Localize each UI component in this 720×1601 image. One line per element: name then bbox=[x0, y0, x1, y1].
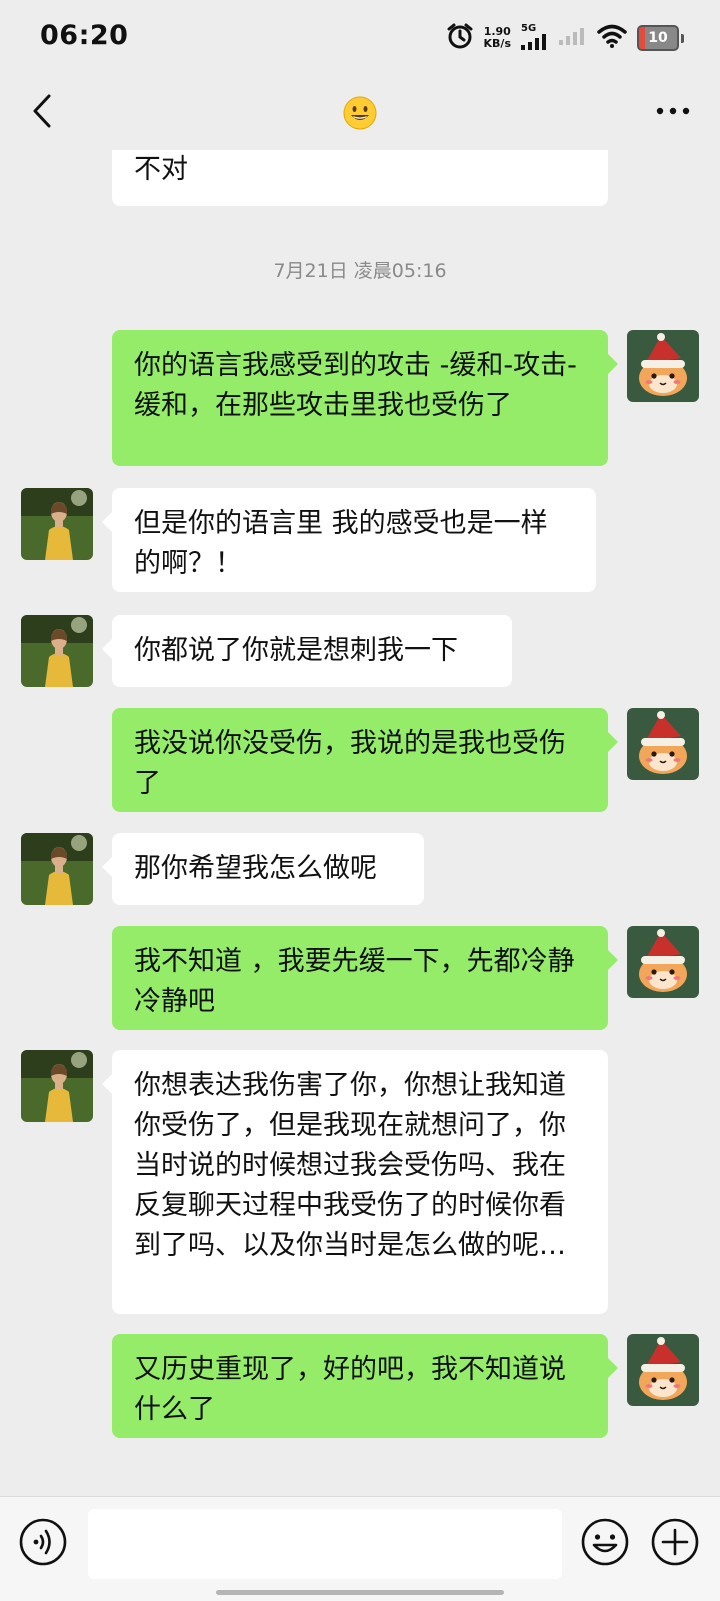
cat-avatar-icon bbox=[627, 926, 699, 998]
person-photo-avatar bbox=[21, 1050, 93, 1122]
message-bubble-outgoing[interactable]: 又历史重现了，好的吧，我不知道说什么了 bbox=[112, 1334, 618, 1438]
alarm-icon bbox=[446, 22, 474, 54]
network-type: 5G bbox=[521, 22, 537, 34]
grinning-emoji-icon bbox=[343, 96, 377, 130]
self-avatar[interactable] bbox=[627, 1334, 699, 1406]
person-photo-avatar bbox=[21, 615, 93, 687]
status-icons: 1.90 KB/s 5G 10 bbox=[446, 22, 684, 54]
net-speed: 1.90 KB/s bbox=[484, 26, 511, 50]
chat-header bbox=[0, 76, 720, 150]
emoji-button[interactable] bbox=[580, 1517, 630, 1567]
net-speed-unit: KB/s bbox=[483, 37, 511, 50]
signal-icon-secondary bbox=[559, 27, 587, 49]
battery-level: 10 bbox=[648, 30, 668, 46]
contact-avatar[interactable] bbox=[21, 615, 93, 687]
person-photo-avatar bbox=[21, 488, 93, 560]
voice-icon bbox=[19, 1518, 67, 1566]
more-dots-icon bbox=[656, 107, 690, 115]
voice-button[interactable] bbox=[18, 1517, 68, 1567]
message-bubble-incoming[interactable]: 你想表达我伤害了你，你想让我知道你受伤了，但是我现在就想问了，你当时说的时候想过… bbox=[102, 1050, 608, 1314]
message-bubble-incoming[interactable]: 那你希望我怎么做呢 bbox=[102, 833, 424, 905]
status-bar: 06:20 1.90 KB/s 5G 10 bbox=[0, 0, 720, 76]
message-bubble-outgoing[interactable]: 你的语言我感受到的攻击 -缓和-攻击-缓和，在那些攻击里我也受伤了 bbox=[112, 330, 618, 466]
message-bubble-incoming[interactable]: 你都说了你就是想刺我一下 bbox=[102, 615, 512, 687]
contact-avatar[interactable] bbox=[21, 1050, 93, 1122]
message-bubble-incoming[interactable]: 但是你的语言里 我的感受也是一样的啊？！ bbox=[102, 488, 596, 592]
cat-avatar-icon bbox=[627, 330, 699, 402]
chat-area[interactable]: 不对 7月21日 凌晨05:16 你的语言我感受到的攻击 -缓和-攻击-缓和，在… bbox=[0, 150, 720, 1496]
timestamp-separator: 7月21日 凌晨05:16 bbox=[273, 260, 447, 282]
self-avatar[interactable] bbox=[627, 708, 699, 780]
plus-icon bbox=[651, 1518, 699, 1566]
more-button[interactable] bbox=[648, 86, 698, 136]
battery-icon: 10 bbox=[637, 25, 679, 51]
chevron-left-icon bbox=[33, 94, 51, 128]
cellular-signal: 5G bbox=[521, 23, 549, 54]
cat-avatar-icon bbox=[627, 1334, 699, 1406]
chat-title bbox=[330, 88, 390, 138]
message-bubble-incoming[interactable]: 不对 bbox=[112, 150, 608, 206]
self-avatar[interactable] bbox=[627, 926, 699, 998]
message-bubble-outgoing[interactable]: 我没说你没受伤，我说的是我也受伤了 bbox=[112, 708, 618, 812]
back-button[interactable] bbox=[22, 86, 62, 136]
emoji-icon bbox=[581, 1518, 629, 1566]
cat-avatar-icon bbox=[627, 708, 699, 780]
wifi-icon bbox=[597, 24, 627, 52]
message-bubble-outgoing[interactable]: 我不知道 ，我要先缓一下，先都冷静冷静吧 bbox=[112, 926, 618, 1030]
person-photo-avatar bbox=[21, 833, 93, 905]
message-input[interactable] bbox=[88, 1509, 562, 1579]
input-bar bbox=[0, 1496, 720, 1601]
contact-avatar[interactable] bbox=[21, 488, 93, 560]
battery-tip bbox=[681, 33, 684, 43]
status-time: 06:20 bbox=[40, 20, 129, 51]
contact-avatar[interactable] bbox=[21, 833, 93, 905]
home-indicator[interactable] bbox=[216, 1590, 504, 1595]
self-avatar[interactable] bbox=[627, 330, 699, 402]
plus-button[interactable] bbox=[650, 1517, 700, 1567]
signal-icon bbox=[521, 33, 549, 54]
